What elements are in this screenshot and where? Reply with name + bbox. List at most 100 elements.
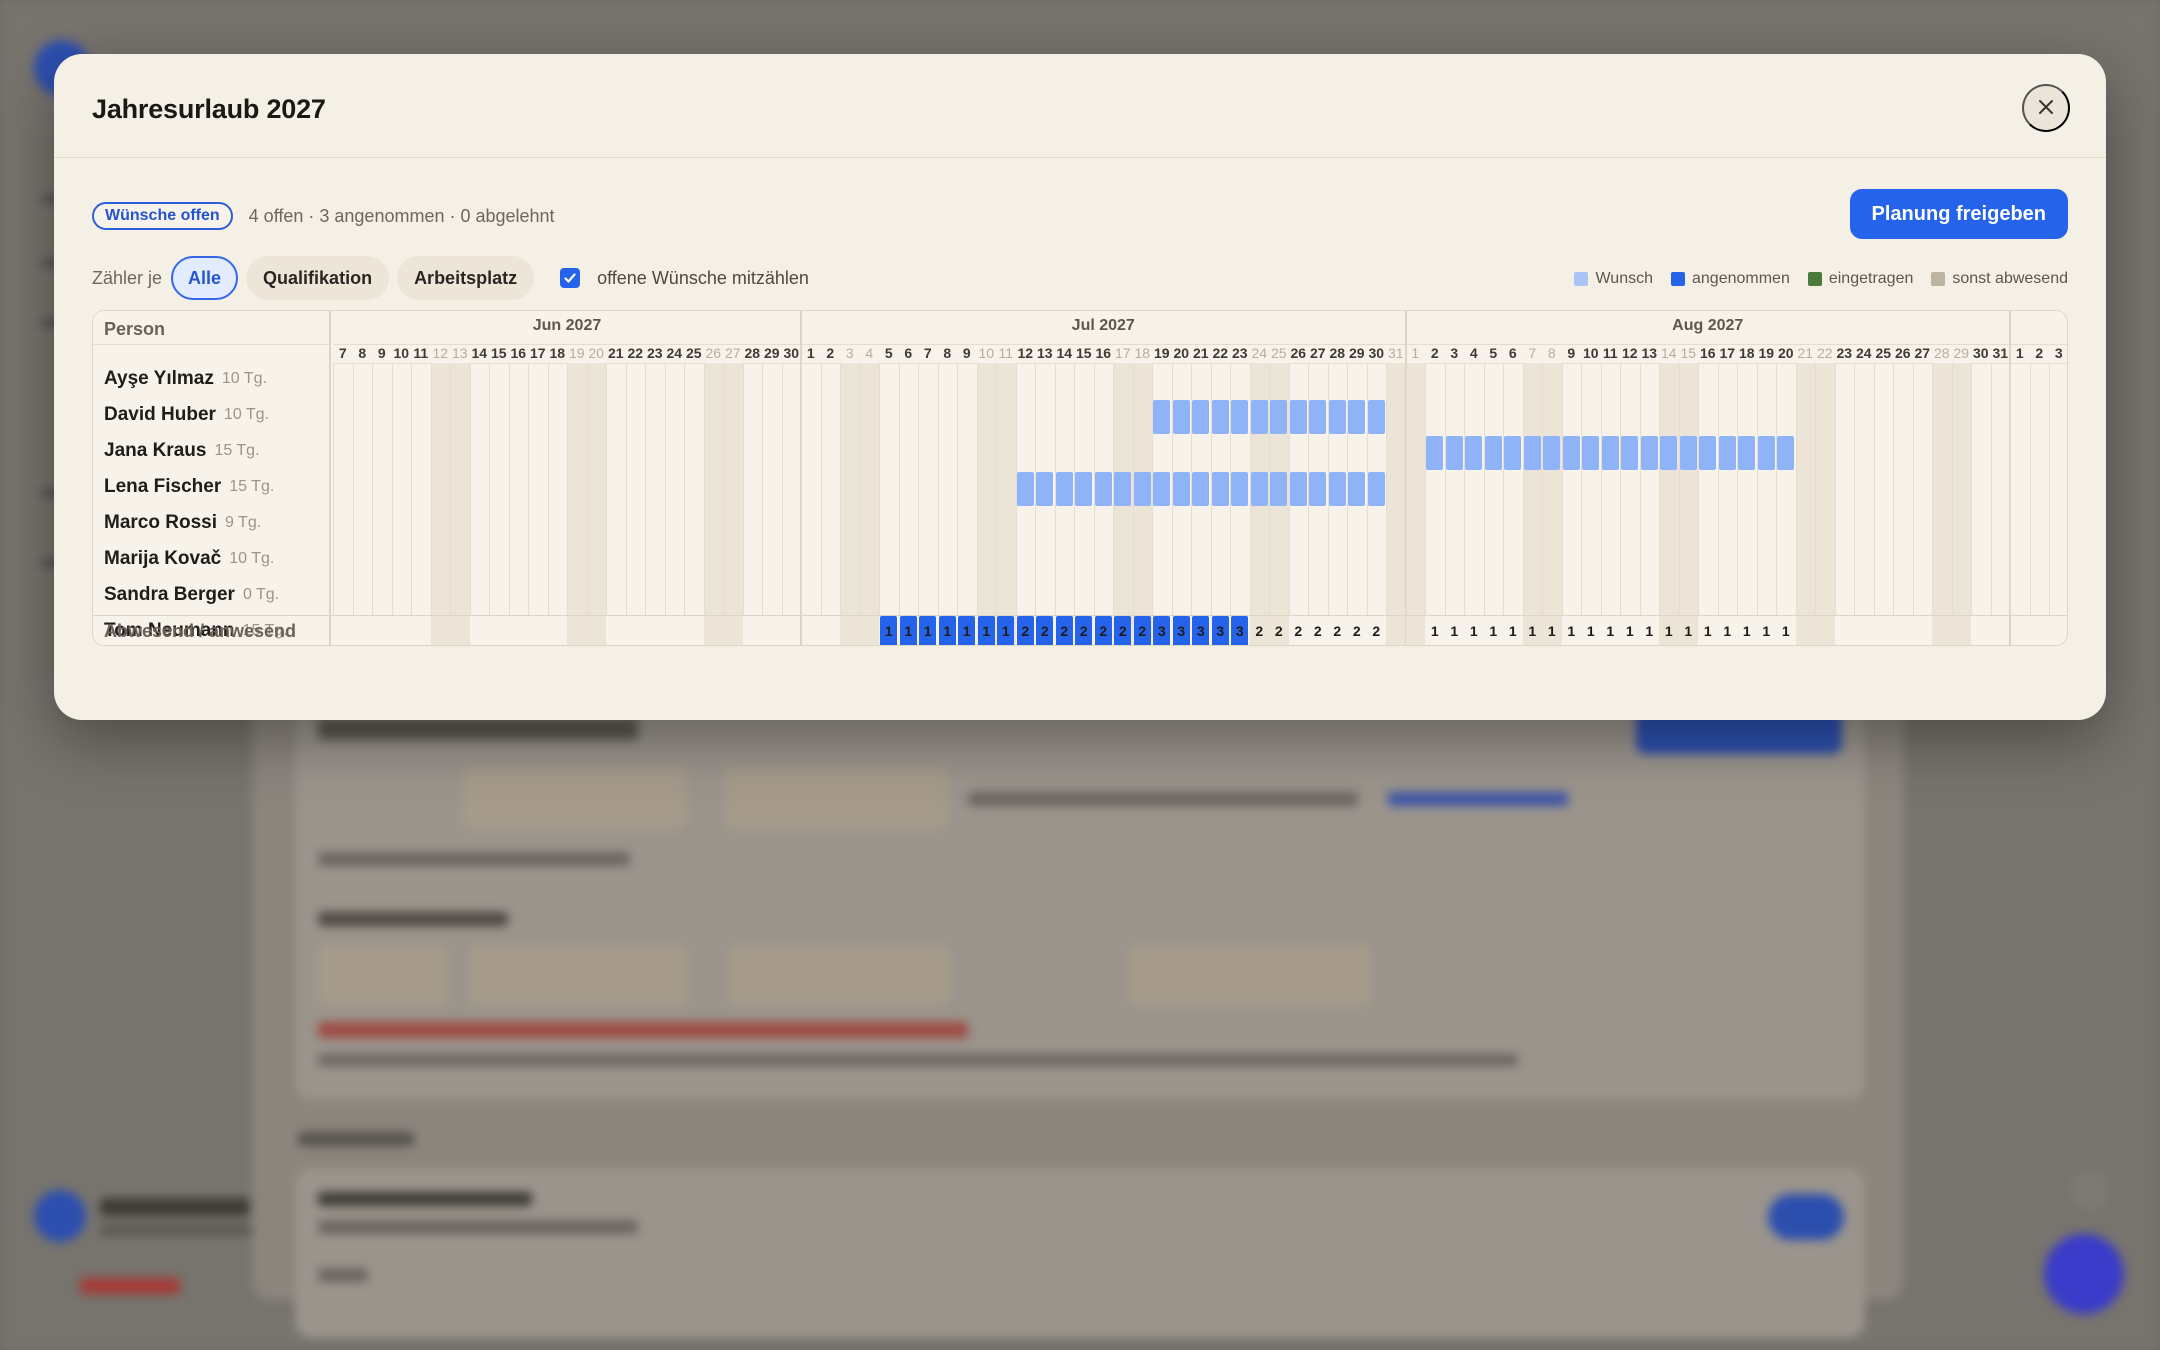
person-row[interactable]: Sandra Berger 0 Tg. bbox=[104, 577, 279, 613]
vacation-bar-cell[interactable] bbox=[1250, 472, 1268, 506]
day-column bbox=[586, 363, 606, 615]
vacation-bar-cell[interactable] bbox=[1582, 436, 1600, 470]
vacation-bar-cell[interactable] bbox=[1562, 436, 1580, 470]
day-label: 21 bbox=[1192, 345, 1209, 361]
vacation-bar-cell[interactable] bbox=[1465, 436, 1483, 470]
vacation-bar-cell[interactable] bbox=[1738, 436, 1756, 470]
vacation-bar-cell[interactable] bbox=[1094, 472, 1112, 506]
vacation-bar-cell[interactable] bbox=[1309, 400, 1327, 434]
footer-cell bbox=[372, 615, 392, 645]
setting-title bbox=[318, 1192, 532, 1206]
vacation-bar-cell[interactable] bbox=[1348, 400, 1366, 434]
vacation-bar-cell[interactable] bbox=[1153, 400, 1171, 434]
vacation-bar-cell[interactable] bbox=[1601, 436, 1619, 470]
day-label: 27 bbox=[1914, 345, 1931, 361]
absent-count: 1 bbox=[884, 623, 893, 639]
day-column bbox=[1932, 363, 1952, 615]
person-row[interactable]: Marco Rossi 9 Tg. bbox=[104, 505, 261, 541]
person-row[interactable]: Lena Fischer 15 Tg. bbox=[104, 469, 274, 505]
vacation-bar-cell[interactable] bbox=[1484, 436, 1502, 470]
day-label: 7 bbox=[1528, 345, 1537, 361]
footer-cell bbox=[1386, 615, 1406, 645]
vacation-bar-cell[interactable] bbox=[1679, 436, 1697, 470]
day-column bbox=[1815, 363, 1835, 615]
vacation-bar-cell[interactable] bbox=[1153, 472, 1171, 506]
vacation-bar-cell[interactable] bbox=[1016, 472, 1034, 506]
person-name: Lena Fischer bbox=[104, 476, 222, 497]
vacation-bar-cell[interactable] bbox=[1504, 436, 1522, 470]
absent-count: 3 bbox=[1177, 623, 1186, 639]
person-row[interactable]: David Huber 10 Tg. bbox=[104, 397, 269, 433]
day-label: 25 bbox=[1875, 345, 1892, 361]
person-days: 0 Tg. bbox=[242, 586, 280, 603]
vacation-bar-cell[interactable] bbox=[1114, 472, 1132, 506]
absent-count: 1 bbox=[1528, 623, 1537, 639]
vacation-bar-cell[interactable] bbox=[1036, 472, 1054, 506]
vacation-bar-cell[interactable] bbox=[1523, 436, 1541, 470]
count-open-checkbox[interactable]: offene Wünsche mitzählen bbox=[560, 268, 809, 289]
vacation-bar-cell[interactable] bbox=[1777, 436, 1795, 470]
vacation-bar-cell[interactable] bbox=[1621, 436, 1639, 470]
vacation-bar-cell[interactable] bbox=[1309, 472, 1327, 506]
vacation-bar-cell[interactable] bbox=[1289, 400, 1307, 434]
footer-cell bbox=[626, 615, 646, 645]
vacation-bar-cell[interactable] bbox=[1718, 436, 1736, 470]
vacation-bar-cell[interactable] bbox=[1660, 436, 1678, 470]
person-row[interactable]: Ayşe Yılmaz 10 Tg. bbox=[104, 361, 267, 397]
vacation-bar-cell[interactable] bbox=[1426, 436, 1444, 470]
person-name: Jana Kraus bbox=[104, 440, 207, 461]
filter-all[interactable]: Alle bbox=[171, 256, 239, 300]
person-row[interactable]: Marija Kovač 10 Tg. bbox=[104, 541, 274, 577]
close-button[interactable] bbox=[2022, 84, 2070, 132]
vacation-bar-cell[interactable] bbox=[1075, 472, 1093, 506]
filter-workplace[interactable]: Arbeitsplatz bbox=[397, 256, 535, 300]
vacation-bar-cell[interactable] bbox=[1172, 472, 1190, 506]
vacation-bar-cell[interactable] bbox=[1211, 400, 1229, 434]
filter-row: Zähler je Alle Qualifikation Arbeitsplat… bbox=[92, 256, 809, 300]
footer-cell bbox=[1835, 615, 1855, 645]
footer-cell bbox=[801, 615, 821, 645]
filter-qualification[interactable]: Qualifikation bbox=[246, 256, 390, 300]
vacation-bar-cell[interactable] bbox=[1328, 400, 1346, 434]
vacation-bar-cell[interactable] bbox=[1211, 472, 1229, 506]
absent-count: 2 bbox=[1333, 623, 1342, 639]
day-label: 9 bbox=[377, 345, 386, 361]
hint-text bbox=[318, 852, 630, 866]
date-input bbox=[728, 944, 950, 1006]
day-column bbox=[469, 363, 490, 615]
vacation-bar-cell[interactable] bbox=[1328, 472, 1346, 506]
vacation-bar-cell[interactable] bbox=[1192, 472, 1210, 506]
day-column bbox=[372, 363, 392, 615]
vacation-bar-cell[interactable] bbox=[1543, 436, 1561, 470]
person-name: Marco Rossi bbox=[104, 512, 217, 533]
vacation-bar-cell[interactable] bbox=[1367, 400, 1385, 434]
absent-count: 1 bbox=[1703, 623, 1712, 639]
vacation-bar-cell[interactable] bbox=[1270, 472, 1288, 506]
counter-label: Zähler je bbox=[92, 267, 163, 288]
logout-link bbox=[80, 1278, 180, 1294]
vacation-bar-cell[interactable] bbox=[1348, 472, 1366, 506]
vacation-bar-cell[interactable] bbox=[1270, 400, 1288, 434]
vacation-bar-cell[interactable] bbox=[1699, 436, 1717, 470]
vacation-bar-cell[interactable] bbox=[1231, 472, 1249, 506]
vacation-bar-cell[interactable] bbox=[1640, 436, 1658, 470]
release-planning-button[interactable]: Planung freigeben bbox=[1849, 189, 2068, 239]
vacation-bar-cell[interactable] bbox=[1192, 400, 1210, 434]
vacation-bar-cell[interactable] bbox=[1172, 400, 1190, 434]
footer-cell bbox=[411, 615, 431, 645]
person-row[interactable]: Jana Kraus 15 Tg. bbox=[104, 433, 260, 469]
footer-cell bbox=[528, 615, 548, 645]
vacation-bar-cell[interactable] bbox=[1289, 472, 1307, 506]
vacation-bar-cell[interactable] bbox=[1445, 436, 1463, 470]
vacation-bar-cell[interactable] bbox=[1055, 472, 1073, 506]
vacation-bar-cell[interactable] bbox=[1250, 400, 1268, 434]
hint-text bbox=[968, 792, 1358, 806]
absent-count: 2 bbox=[1118, 623, 1127, 639]
vacation-bar-cell[interactable] bbox=[1231, 400, 1249, 434]
checkbox-checked-icon[interactable] bbox=[560, 268, 581, 288]
vacation-bar-cell[interactable] bbox=[1757, 436, 1775, 470]
vacation-bar-cell[interactable] bbox=[1133, 472, 1151, 506]
day-column bbox=[1678, 363, 1698, 615]
vacation-bar-cell[interactable] bbox=[1367, 472, 1385, 506]
day-column bbox=[1756, 363, 1777, 615]
